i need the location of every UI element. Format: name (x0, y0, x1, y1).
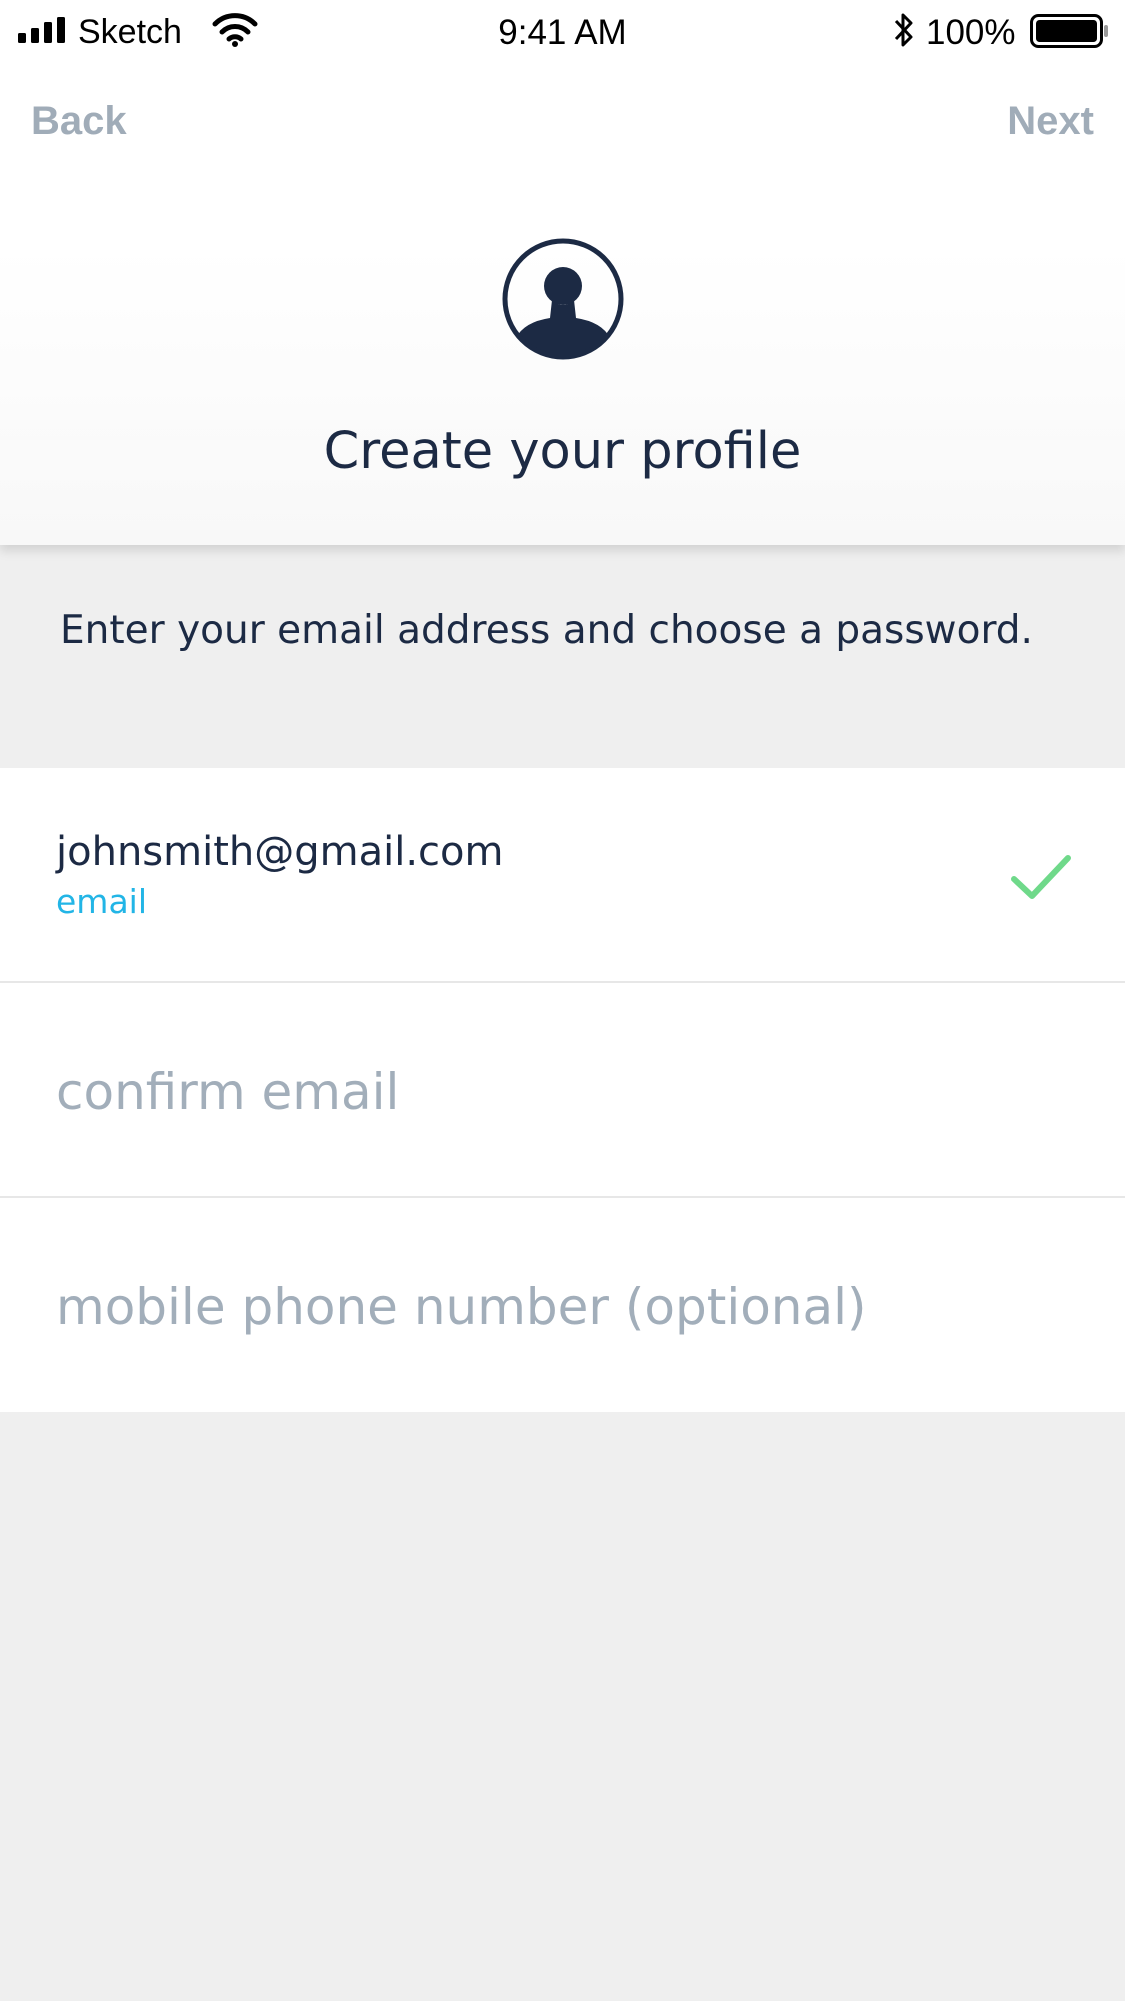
next-button[interactable]: Next (1007, 96, 1094, 146)
instructions-text: Enter your email address and choose a pa… (60, 608, 1033, 653)
checkmark-icon (1011, 855, 1071, 899)
page-title: Create your profile (323, 422, 802, 481)
confirm-email-placeholder[interactable]: confirm email (56, 1061, 399, 1123)
back-button[interactable]: Back (31, 96, 127, 146)
email-label: email (56, 882, 148, 921)
email-value[interactable]: johnsmith@gmail.com (56, 826, 503, 878)
bluetooth-icon (894, 13, 913, 47)
profile-avatar-icon (502, 238, 624, 360)
email-field[interactable]: johnsmith@gmail.com email (0, 768, 1125, 983)
phone-field[interactable]: mobile phone number (optional) (0, 1198, 1125, 1412)
profile-header: Sketch 9:41 AM 100% Back Next Create you… (0, 0, 1125, 545)
confirm-email-field[interactable]: confirm email (0, 983, 1125, 1198)
battery-icon (1030, 14, 1108, 48)
phone-placeholder[interactable]: mobile phone number (optional) (56, 1276, 867, 1338)
status-bar: Sketch 9:41 AM 100% (0, 0, 1125, 66)
profile-form: johnsmith@gmail.com email confirm email … (0, 768, 1125, 1412)
battery-percentage: 100% (926, 13, 1016, 52)
